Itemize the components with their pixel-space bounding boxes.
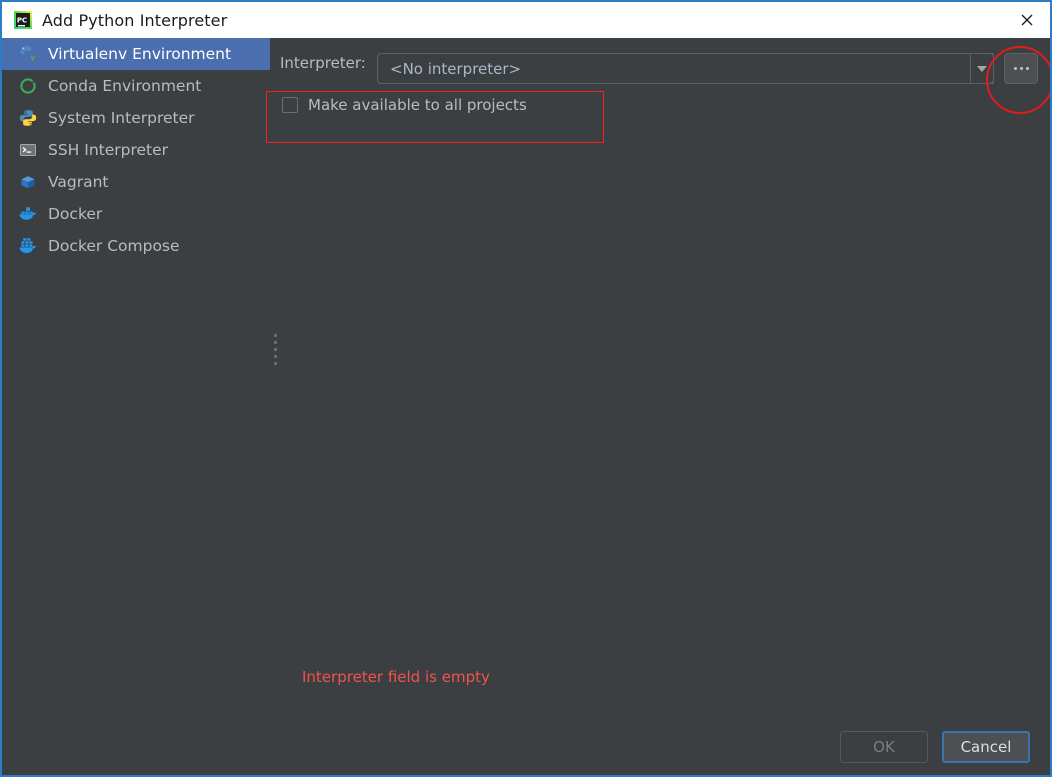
browse-button[interactable]	[1004, 53, 1038, 84]
window-title: Add Python Interpreter	[42, 10, 228, 30]
sidebar-item-label: Docker Compose	[48, 237, 180, 255]
docker-icon	[18, 204, 38, 224]
sidebar-item-docker-compose[interactable]: Docker Compose	[2, 230, 270, 262]
interpreter-combo[interactable]: <No interpreter>	[377, 53, 994, 84]
ok-button[interactable]: OK	[840, 731, 928, 763]
make-available-checkbox[interactable]	[282, 97, 298, 113]
terminal-icon	[18, 140, 38, 160]
sidebar-item-virtualenv-environment[interactable]: Virtualenv Environment	[2, 38, 270, 70]
add-python-interpreter-dialog: PC Add Python Interpreter Virtualenv Env…	[0, 0, 1052, 777]
make-available-label: Make available to all projects	[308, 96, 527, 114]
ellipsis-icon	[1019, 67, 1023, 70]
interpreter-label-row: Interpreter:	[280, 54, 366, 72]
sidebar-item-label: SSH Interpreter	[48, 141, 169, 159]
dialog-body: Virtualenv Environment Conda Environment	[2, 38, 1050, 775]
interpreter-type-list: Virtualenv Environment Conda Environment	[2, 38, 270, 775]
sidebar-item-docker[interactable]: Docker	[2, 198, 270, 230]
title-bar: PC Add Python Interpreter	[2, 2, 1050, 38]
svg-text:PC: PC	[17, 17, 27, 25]
sidebar-item-label: Docker	[48, 205, 103, 223]
dialog-footer: OK Cancel	[840, 731, 1030, 763]
sidebar-item-vagrant[interactable]: Vagrant	[2, 166, 270, 198]
close-icon[interactable]	[1004, 2, 1050, 38]
sidebar-item-system-interpreter[interactable]: System Interpreter	[2, 102, 270, 134]
interpreter-value: <No interpreter>	[390, 59, 522, 78]
interpreter-label: Interpreter:	[280, 54, 366, 72]
docker-compose-icon	[18, 236, 38, 256]
sidebar-item-conda-environment[interactable]: Conda Environment	[2, 70, 270, 102]
conda-icon	[18, 76, 38, 96]
sidebar-item-label: Vagrant	[48, 173, 109, 191]
pycharm-icon: PC	[14, 11, 32, 29]
validation-message: Interpreter field is empty	[302, 668, 490, 686]
sidebar-item-ssh-interpreter[interactable]: SSH Interpreter	[2, 134, 270, 166]
sidebar-item-label: Virtualenv Environment	[48, 45, 232, 63]
ellipsis-icon	[1025, 67, 1029, 70]
virtualenv-icon	[18, 44, 38, 64]
python-icon	[18, 108, 38, 128]
sidebar-item-label: Conda Environment	[48, 77, 202, 95]
interpreter-settings-panel: Interpreter: <No interpreter> Make avail…	[270, 38, 1050, 775]
chevron-down-icon[interactable]	[970, 53, 994, 84]
cancel-button[interactable]: Cancel	[942, 731, 1030, 763]
make-available-checkbox-row[interactable]: Make available to all projects	[282, 96, 527, 114]
sidebar-item-label: System Interpreter	[48, 109, 195, 127]
vagrant-icon	[18, 172, 38, 192]
ellipsis-icon	[1013, 67, 1017, 70]
